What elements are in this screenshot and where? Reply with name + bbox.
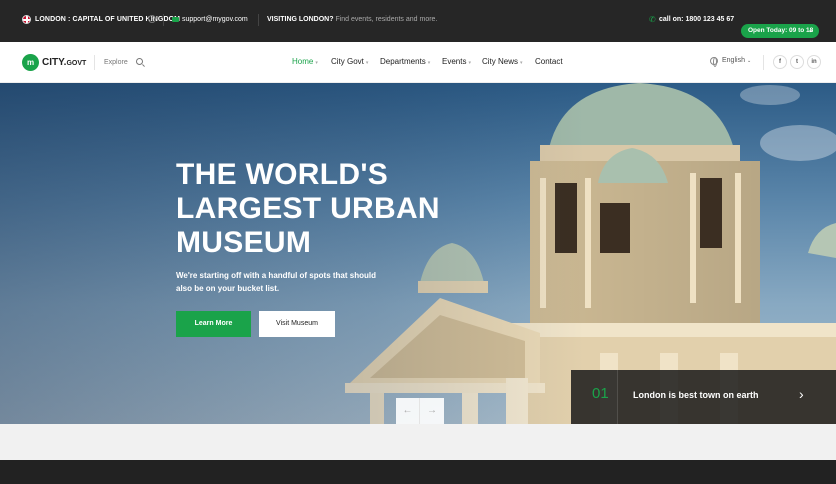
hero-title: THE WORLD'S LARGEST URBAN MUSEUM: [176, 158, 440, 259]
globe-icon: [710, 57, 718, 67]
nav-city-news[interactable]: City News ▾: [482, 57, 523, 66]
language-selector[interactable]: English ⌄: [722, 57, 751, 64]
chevron-down-icon: ▾: [315, 60, 318, 66]
dark-section: [0, 460, 836, 484]
uk-flag-icon: [22, 15, 31, 24]
hero-subtitle: We're starting off with a handful of spo…: [176, 271, 376, 293]
chevron-down-icon: ⌄: [807, 28, 813, 34]
arrow-left-icon[interactable]: ←: [396, 398, 420, 424]
top-bar: LONDON : CAPITAL OF UNITED KINGDOM › sup…: [0, 0, 836, 42]
twitter-icon[interactable]: t: [790, 55, 804, 69]
nav-departments[interactable]: Departments ▾: [380, 57, 430, 66]
explore-link[interactable]: Explore: [104, 59, 128, 66]
phone-number[interactable]: call on: 1800 123 45 67: [659, 16, 734, 23]
linkedin-icon[interactable]: in: [807, 55, 821, 69]
arrow-right-icon[interactable]: →: [420, 398, 444, 424]
learn-more-button[interactable]: Learn More: [176, 311, 251, 337]
visiting-info: VISITING LONDON? Find events, residents …: [267, 16, 438, 23]
nav-events[interactable]: Events ▾: [442, 57, 471, 66]
location-text: LONDON : CAPITAL OF UNITED KINGDOM: [35, 16, 181, 23]
slide-caption[interactable]: 01 London is best town on earth ›: [571, 370, 836, 424]
divider: [94, 55, 95, 70]
chevron-down-icon: ▾: [365, 60, 369, 66]
hero-slider: THE WORLD'S LARGEST URBAN MUSEUM We're s…: [0, 83, 836, 424]
chevron-down-icon: ▾: [427, 60, 431, 66]
phone-icon: ✆: [649, 15, 656, 24]
open-today-button[interactable]: Open Today: 09 to 18 ⌄: [741, 24, 819, 38]
logo-text[interactable]: CITY.GOVT: [42, 57, 86, 68]
slide-navigation: ← →: [396, 398, 444, 424]
visit-museum-button[interactable]: Visit Museum: [259, 311, 335, 337]
mail-icon: [172, 17, 179, 22]
support-email-link[interactable]: support@mygov.com: [182, 16, 248, 23]
logo-icon[interactable]: m: [22, 54, 39, 71]
slide-number: 01: [592, 385, 609, 402]
content-section: [0, 424, 836, 460]
nav-contact[interactable]: Contact: [535, 57, 563, 66]
nav-city-govt[interactable]: City Govt ▾: [331, 57, 368, 66]
search-icon[interactable]: [136, 58, 143, 65]
divider: [163, 14, 164, 26]
chevron-right-icon[interactable]: ›: [148, 15, 156, 23]
main-navbar: m CITY.GOVT Explore Home ▾ City Govt ▾ Dep…: [0, 42, 836, 83]
chevron-down-icon: ▾: [520, 60, 523, 66]
chevron-down-icon: ⌄: [746, 58, 752, 64]
divider: [763, 55, 764, 70]
divider: [617, 370, 618, 424]
chevron-down-icon: ▾: [468, 60, 471, 66]
caption-text: London is best town on earth: [633, 390, 759, 400]
divider: [258, 14, 259, 26]
facebook-icon[interactable]: f: [773, 55, 787, 69]
chevron-right-icon[interactable]: ›: [799, 386, 804, 402]
nav-home[interactable]: Home ▾: [292, 57, 318, 66]
